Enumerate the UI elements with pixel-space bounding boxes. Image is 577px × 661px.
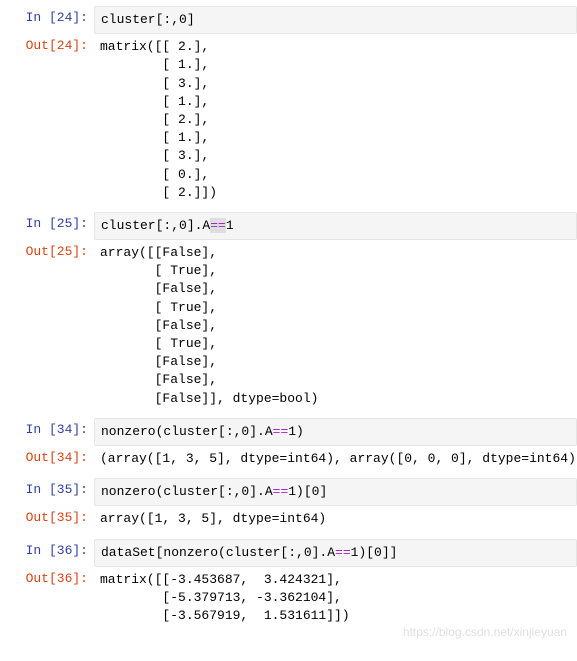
notebook-cell: In [34]: nonzero(cluster[:,0].A==1) Out[…	[0, 418, 577, 472]
operator-eq: ==	[210, 218, 226, 233]
code-token: nonzero(cluster[:,0].A	[101, 424, 273, 439]
in-prompt: In [34]:	[0, 418, 94, 441]
operator-eq: ==	[335, 545, 351, 560]
out-prompt: Out[24]:	[0, 34, 94, 57]
notebook-cell: In [24]: cluster[:,0] Out[24]: matrix([[…	[0, 6, 577, 206]
out-prompt: Out[25]:	[0, 240, 94, 263]
notebook-cell: In [35]: nonzero(cluster[:,0].A==1)[0] O…	[0, 478, 577, 532]
out-prompt: Out[35]:	[0, 506, 94, 529]
code-token: nonzero(cluster[:,0].A	[101, 484, 273, 499]
out-prompt: Out[36]:	[0, 567, 94, 590]
code-token: 1	[226, 218, 234, 233]
in-prompt: In [35]:	[0, 478, 94, 501]
code-input[interactable]: nonzero(cluster[:,0].A==1)[0]	[94, 478, 577, 506]
code-input[interactable]: cluster[:,0]	[94, 6, 577, 34]
code-input[interactable]: dataSet[nonzero(cluster[:,0].A==1)[0]]	[94, 539, 577, 567]
code-token: 1)	[288, 424, 304, 439]
code-token: cluster[:,0].A	[101, 218, 210, 233]
code-token: 1)[0]]	[351, 545, 398, 560]
cell-output: matrix([[ 2.], [ 1.], [ 3.], [ 1.], [ 2.…	[94, 34, 577, 206]
cell-output: array([1, 3, 5], dtype=int64)	[94, 506, 577, 532]
in-prompt: In [36]:	[0, 539, 94, 562]
operator-eq: ==	[273, 424, 289, 439]
notebook-cell: In [36]: dataSet[nonzero(cluster[:,0].A=…	[0, 539, 577, 630]
code-token: 1)[0]	[288, 484, 327, 499]
code-input[interactable]: cluster[:,0].A==1	[94, 212, 577, 240]
cell-output: array([[False], [ True], [False], [ True…	[94, 240, 577, 412]
notebook-cell: In [25]: cluster[:,0].A==1 Out[25]: arra…	[0, 212, 577, 412]
out-prompt: Out[34]:	[0, 446, 94, 469]
code-token: dataSet[nonzero(cluster[:,0].A	[101, 545, 335, 560]
cell-output: (array([1, 3, 5], dtype=int64), array([0…	[94, 446, 577, 472]
operator-eq: ==	[273, 484, 289, 499]
cell-output: matrix([[-3.453687, 3.424321], [-5.37971…	[94, 567, 577, 630]
in-prompt: In [25]:	[0, 212, 94, 235]
code-input[interactable]: nonzero(cluster[:,0].A==1)	[94, 418, 577, 446]
in-prompt: In [24]:	[0, 6, 94, 29]
